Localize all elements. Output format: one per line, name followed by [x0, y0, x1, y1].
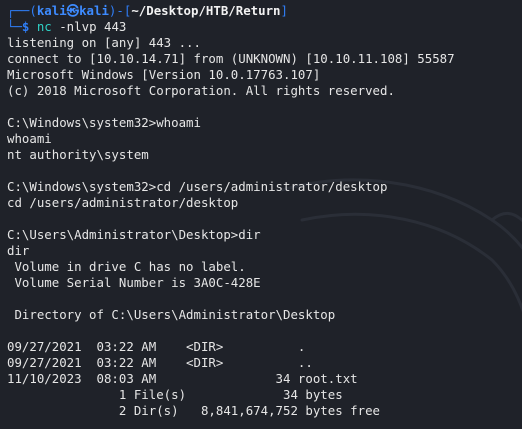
terminal-output: ┌──(kali㉿kali)-[~/Desktop/HTB/Return] └─… — [7, 3, 522, 419]
output-line: 09/27/2021 03:22 AM <DIR> . — [7, 339, 306, 354]
prompt-dollar: $ — [21, 19, 37, 34]
output-line: 2 Dir(s) 8,841,674,752 bytes free — [7, 403, 380, 418]
output-line: Volume in drive C has no label. — [7, 259, 246, 274]
output-line: cd /users/administrator/desktop — [7, 195, 239, 210]
command-args: -nlvp 443 — [51, 19, 127, 34]
prompt-user: kali㉿kali — [36, 3, 109, 18]
output-line: Microsoft Windows [Version 10.0.17763.10… — [7, 67, 321, 82]
output-line: C:\Windows\system32>cd /users/administra… — [7, 179, 388, 194]
output-line: 11/10/2023 08:03 AM 34 root.txt — [7, 371, 358, 386]
output-line: Directory of C:\Users\Administrator\Desk… — [7, 307, 336, 322]
output-line: dir — [7, 243, 30, 258]
prompt-end: ] — [280, 3, 288, 18]
output-line: (c) 2018 Microsoft Corporation. All righ… — [7, 83, 395, 98]
prompt-mid: )-[ — [108, 3, 132, 18]
output-line: 1 File(s) 34 bytes — [7, 387, 343, 402]
output-line: listening on [any] 443 ... — [7, 35, 201, 50]
prompt-line-bottom: └─$ nc -nlvp 443 — [7, 19, 522, 35]
prompt-path: ~/Desktop/HTB/Return — [131, 3, 281, 18]
terminal-window[interactable]: ┌──(kali㉿kali)-[~/Desktop/HTB/Return] └─… — [0, 0, 522, 429]
output-line: C:\Windows\system32>whoami — [7, 115, 201, 130]
prompt-corner-top: ┌──( — [7, 3, 37, 18]
output-line: Volume Serial Number is 3A0C-428E — [7, 275, 261, 290]
output-line: nt authority\system — [7, 147, 149, 162]
output-line: connect to [10.10.14.71] from (UNKNOWN) … — [7, 51, 455, 66]
output-line: C:\Users\Administrator\Desktop>dir — [7, 227, 261, 242]
output-line: whoami — [7, 131, 52, 146]
prompt-corner-bottom: └─ — [7, 19, 22, 34]
command-name: nc — [36, 19, 52, 34]
prompt-line-top: ┌──(kali㉿kali)-[~/Desktop/HTB/Return] — [7, 3, 522, 19]
output-line: 09/27/2021 03:22 AM <DIR> .. — [7, 355, 313, 370]
